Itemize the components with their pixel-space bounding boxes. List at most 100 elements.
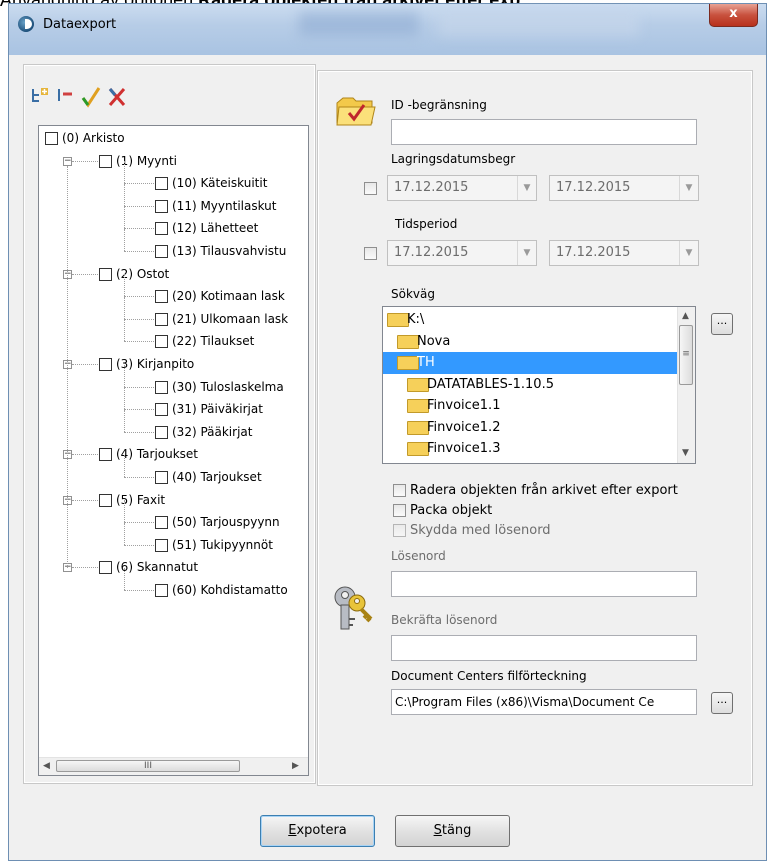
path-label: Sökväg	[391, 287, 435, 301]
tree-item-checkbox[interactable]	[99, 494, 112, 507]
path-list-item-label: Finvoice1.1	[427, 398, 501, 413]
tree-item[interactable]: (51) Tukipyynnöt	[39, 523, 308, 554]
id-limit-label: ID -begränsning	[391, 98, 487, 112]
tree-item-checkbox[interactable]	[155, 290, 168, 303]
tree-item-checkbox[interactable]	[155, 245, 168, 258]
tree-connector	[124, 251, 154, 252]
storage-date-checkbox[interactable]	[364, 182, 377, 195]
scroll-down-icon[interactable]: ▼	[682, 448, 689, 458]
tree-item[interactable]: (4) Tarjoukset −	[39, 445, 308, 463]
dc-directory-input[interactable]: C:\Program Files (x86)\Visma\Document Ce	[391, 689, 697, 715]
path-list-item[interactable]: DATATABLES-1.10.5	[383, 374, 679, 396]
tree-item[interactable]: (5) Faxit −	[39, 491, 308, 509]
check-all-icon[interactable]	[81, 86, 101, 108]
tree-item-checkbox[interactable]	[99, 268, 112, 281]
tree-item-checkbox[interactable]	[99, 448, 112, 461]
tree-collapse-icon[interactable]	[56, 86, 74, 108]
tree-collapse-toggle-icon[interactable]: −	[63, 157, 72, 166]
tree-connector	[124, 545, 154, 546]
tree-item[interactable]: (6) Skannatut −	[39, 558, 308, 576]
tree-horizontal-scrollbar[interactable]: ◀ III ▶	[39, 757, 308, 775]
uncheck-all-icon[interactable]	[107, 86, 126, 108]
tree-item-checkbox[interactable]	[155, 335, 168, 348]
tree-item-checkbox[interactable]	[99, 358, 112, 371]
tree-item-label: (40) Tarjoukset	[172, 470, 262, 484]
tree-item[interactable]: (10) Käteiskuitit	[39, 161, 308, 192]
tree-item-checkbox[interactable]	[155, 516, 168, 529]
tree-item[interactable]: (11) Myyntilaskut	[39, 184, 308, 215]
scroll-left-icon[interactable]: ◀	[43, 761, 50, 771]
tree-item[interactable]: (30) Tuloslaskelma	[39, 365, 308, 396]
tree-item-checkbox[interactable]	[155, 313, 168, 326]
path-list-item[interactable]: Finvoice1.2	[383, 417, 679, 439]
tree-item-checkbox[interactable]	[99, 155, 112, 168]
delete-after-export-checkbox[interactable]	[393, 484, 406, 497]
export-button[interactable]: Expotera	[260, 815, 375, 847]
close-window-button[interactable]: x	[709, 4, 758, 27]
folder-icon	[387, 313, 409, 327]
id-limit-input[interactable]	[391, 119, 697, 145]
tree-item-checkbox[interactable]	[155, 177, 168, 190]
scroll-thumb[interactable]: III	[56, 760, 240, 772]
tree-item-checkbox[interactable]	[155, 381, 168, 394]
tree-item-checkbox[interactable]	[155, 584, 168, 597]
tree-item[interactable]: (2) Ostot −	[39, 265, 308, 283]
storage-date-from[interactable]: 17.12.2015 ▼	[387, 175, 537, 201]
tree-item[interactable]: (0) Arkisto	[39, 129, 308, 147]
pack-objects-label[interactable]: Packa objekt	[410, 503, 492, 518]
period-checkbox[interactable]	[364, 247, 377, 260]
tree-item[interactable]: (31) Päiväkirjat	[39, 387, 308, 418]
confirm-password-input[interactable]	[391, 635, 697, 661]
tree-item-checkbox[interactable]	[155, 426, 168, 439]
category-tree[interactable]: ◀ III ▶ (0) Arkisto (1) Myynti − (10) Kätei…	[38, 125, 309, 776]
tree-item[interactable]: (12) Lähetteet	[39, 206, 308, 237]
protect-password-checkbox[interactable]	[393, 524, 406, 537]
tree-connector	[124, 297, 125, 319]
tree-item[interactable]: (21) Ulkomaan lask	[39, 297, 308, 328]
tree-item[interactable]: (32) Pääkirjat	[39, 410, 308, 441]
path-browse-button[interactable]: ...	[711, 313, 733, 335]
scroll-thumb[interactable]: ≡	[679, 325, 693, 385]
close-button[interactable]: Stäng	[395, 815, 510, 847]
period-to[interactable]: 17.12.2015 ▼	[549, 240, 699, 266]
tree-item-checkbox[interactable]	[155, 200, 168, 213]
tree-item-checkbox[interactable]	[99, 561, 112, 574]
tree-item[interactable]: (40) Tarjoukset	[39, 455, 308, 486]
dataexport-dialog: Dataexport x ◀ III ▶ (0) Arkisto (1) Myy…	[8, 3, 767, 861]
path-list-item[interactable]: Finvoice1.1	[383, 395, 679, 417]
tree-item-checkbox[interactable]	[155, 539, 168, 552]
tree-item-checkbox[interactable]	[45, 132, 58, 145]
tree-connector	[72, 567, 98, 568]
tree-item[interactable]: (20) Kotimaan lask	[39, 274, 308, 305]
tree-connector	[72, 274, 98, 275]
path-list-item[interactable]: Finvoice1.3	[383, 438, 679, 460]
tree-item[interactable]: (13) Tilausvahvistu	[39, 229, 308, 260]
tree-item[interactable]: (1) Myynti −	[39, 152, 308, 170]
title-bar[interactable]: Dataexport x	[9, 4, 766, 55]
pack-objects-checkbox[interactable]	[393, 504, 406, 517]
tree-expand-icon[interactable]	[31, 86, 49, 108]
path-list[interactable]: Finvoice1.3 Finvoice1.2 Finvoice1.1 DATATAB…	[382, 306, 696, 464]
tree-item[interactable]: (50) Tarjouspyynn	[39, 500, 308, 531]
dc-directory-browse-button[interactable]: ...	[711, 692, 733, 714]
path-list-item[interactable]: K:\	[383, 309, 679, 331]
period-from[interactable]: 17.12.2015 ▼	[387, 240, 537, 266]
tree-item-label: (13) Tilausvahvistu	[172, 244, 287, 258]
tree-item[interactable]: (22) Tilaukset	[39, 319, 308, 350]
path-list-item[interactable]: TH	[383, 352, 679, 374]
folder-icon	[407, 399, 429, 413]
storage-date-to[interactable]: 17.12.2015 ▼	[549, 175, 699, 201]
path-vertical-scrollbar[interactable]: ▲ ≡ ▼	[677, 307, 695, 463]
tree-item[interactable]: (60) Kohdistamatto	[39, 568, 308, 599]
scroll-right-icon[interactable]: ▶	[292, 761, 299, 771]
tree-item-checkbox[interactable]	[155, 471, 168, 484]
delete-after-export-label[interactable]: Radera objekten från arkivet efter expor…	[410, 483, 678, 498]
scroll-up-icon[interactable]: ▲	[682, 311, 689, 321]
tree-item-checkbox[interactable]	[155, 403, 168, 416]
tree-item-label: (11) Myyntilaskut	[172, 199, 277, 213]
tree-item-label: (12) Lähetteet	[172, 221, 259, 235]
password-input[interactable]	[391, 571, 697, 597]
tree-item-checkbox[interactable]	[155, 222, 168, 235]
path-list-item[interactable]: Nova	[383, 331, 679, 353]
tree-item[interactable]: (3) Kirjanpito −	[39, 355, 308, 373]
